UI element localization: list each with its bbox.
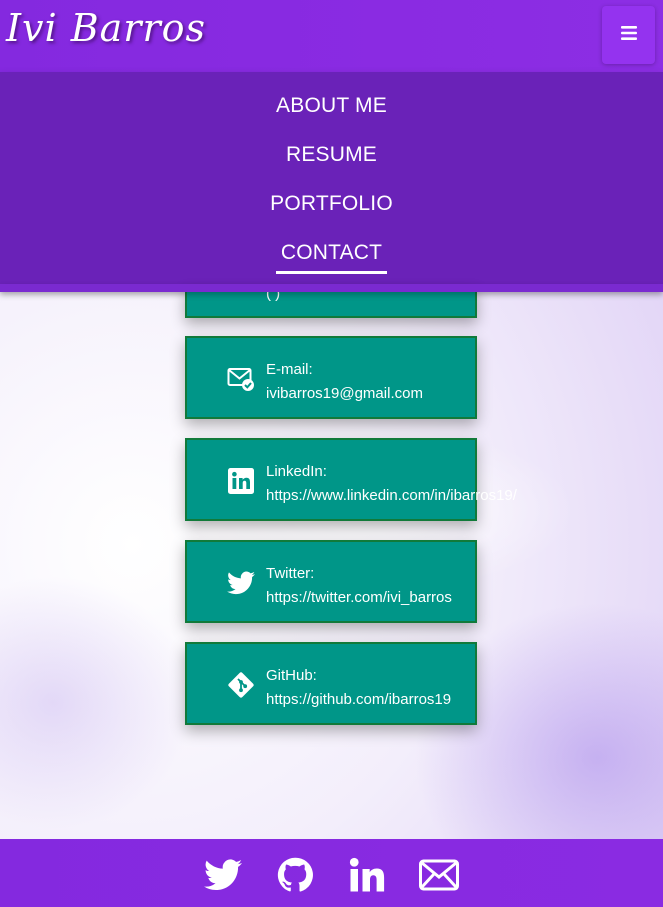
twitter-value[interactable]: https://twitter.com/ivi_barros	[266, 586, 452, 610]
nav-item-portfolio[interactable]: PORTFOLIO	[0, 192, 663, 222]
footer-envelope-icon[interactable]	[419, 857, 459, 893]
github-value[interactable]: https://github.com/ibarros19	[266, 688, 451, 712]
linkedin-label: LinkedIn:	[266, 463, 327, 480]
brand-logo[interactable]: Ivi Barros	[6, 6, 206, 50]
email-value[interactable]: ivibarros19@gmail.com	[266, 382, 423, 406]
menu-toggle-button[interactable]	[602, 6, 655, 64]
contact-card-email[interactable]: E-mail: ivibarros19@gmail.com	[185, 336, 477, 419]
twitter-label: Twitter:	[266, 565, 315, 582]
nav-item-label: PORTFOLIO	[270, 192, 393, 215]
nav-item-about[interactable]: ABOUT ME	[0, 94, 663, 124]
nav-item-label: ABOUT ME	[276, 94, 387, 117]
hamburger-icon	[620, 25, 637, 46]
contact-card-github[interactable]: GitHub: https://github.com/ibarros19	[185, 642, 477, 725]
linkedin-value[interactable]: https://www.linkedin.com/in/ibarros19/	[266, 484, 517, 508]
nav-item-label: RESUME	[285, 143, 378, 166]
footer-twitter-icon[interactable]	[203, 857, 243, 893]
nav-menu: ABOUT ME RESUME PORTFOLIO CONTACT	[0, 72, 663, 286]
nav-item-contact[interactable]: CONTACT	[0, 241, 663, 274]
email-label: E-mail:	[266, 361, 313, 378]
top-navbar: Ivi Barros	[0, 0, 663, 72]
github-label: GitHub:	[266, 667, 317, 684]
footer-github-icon[interactable]	[275, 857, 315, 893]
linkedin-icon	[227, 467, 255, 495]
twitter-icon	[227, 569, 255, 597]
email-check-icon	[227, 365, 255, 393]
nav-item-resume[interactable]: RESUME	[0, 143, 663, 173]
contact-card-linkedin[interactable]: LinkedIn: https://www.linkedin.com/in/ib…	[185, 438, 517, 521]
nav-menu-edge	[0, 284, 663, 292]
git-icon	[227, 671, 255, 699]
contact-card-twitter[interactable]: Twitter: https://twitter.com/ivi_barros	[185, 540, 477, 623]
footer	[0, 839, 663, 907]
footer-linkedin-icon[interactable]	[347, 857, 387, 893]
nav-item-label: CONTACT	[275, 241, 388, 274]
